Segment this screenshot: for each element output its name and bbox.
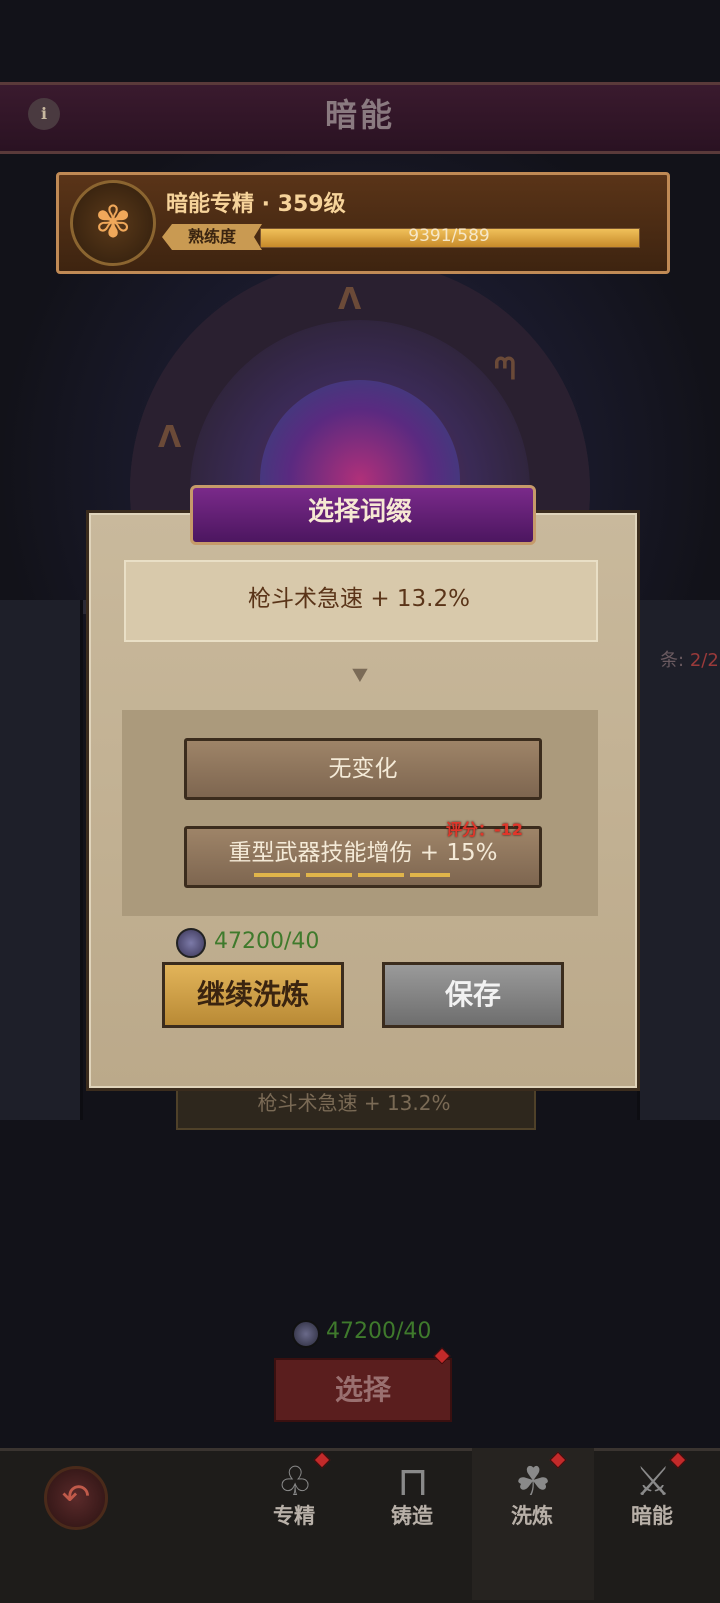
side-counter-value: 2/2	[689, 650, 719, 671]
refine-stone-icon	[176, 928, 206, 958]
stone-pillar-right	[637, 600, 720, 1120]
proficiency-value: 9391/589	[408, 226, 490, 246]
save-label: 保存	[444, 978, 501, 1011]
quality-segment	[254, 873, 300, 877]
mastery-title: 暗能专精 · 359级	[166, 192, 346, 217]
dialog-title: 选择词缀	[307, 497, 412, 527]
refine-stone-icon	[292, 1320, 320, 1348]
rune-icon: ᐱ	[158, 420, 182, 455]
option-score: 评分：-12	[446, 820, 523, 839]
tree-emblem-icon: ✾	[70, 180, 156, 266]
quality-segment	[410, 873, 450, 877]
back-icon[interactable]: ↶	[44, 1466, 108, 1530]
info-icon[interactable]: i	[28, 98, 60, 130]
rune-icon: ᐱ	[338, 282, 362, 317]
nav-item-refine[interactable]: 洗炼	[482, 1500, 582, 1530]
side-counter-label: 条:	[660, 650, 685, 671]
rune-icon: ᘉ	[494, 352, 516, 387]
quality-segment	[306, 873, 352, 877]
side-counter: 条: 2/2	[660, 646, 719, 672]
nav-item-mastery[interactable]: 专精	[244, 1500, 344, 1530]
current-affix-label: 枪斗术急速 + 13.2%	[248, 586, 470, 612]
nav-item-dark-energy[interactable]: 暗能	[602, 1500, 702, 1530]
proficiency-tag: 熟练度	[162, 224, 262, 250]
quality-segment	[358, 873, 404, 877]
refine-cost: 47200/40	[214, 929, 320, 954]
option-no-change-label: 无变化	[328, 756, 398, 782]
nav-item-forge[interactable]: 铸造	[362, 1500, 462, 1530]
select-label: 选择	[334, 1373, 391, 1406]
page-title: 暗能	[324, 96, 395, 134]
continue-refine-label: 继续洗炼	[196, 978, 309, 1011]
stone-pillar-left	[0, 600, 83, 1120]
select-cost: 47200/40	[326, 1319, 432, 1344]
arrow-down-icon: ⯆	[348, 660, 372, 693]
